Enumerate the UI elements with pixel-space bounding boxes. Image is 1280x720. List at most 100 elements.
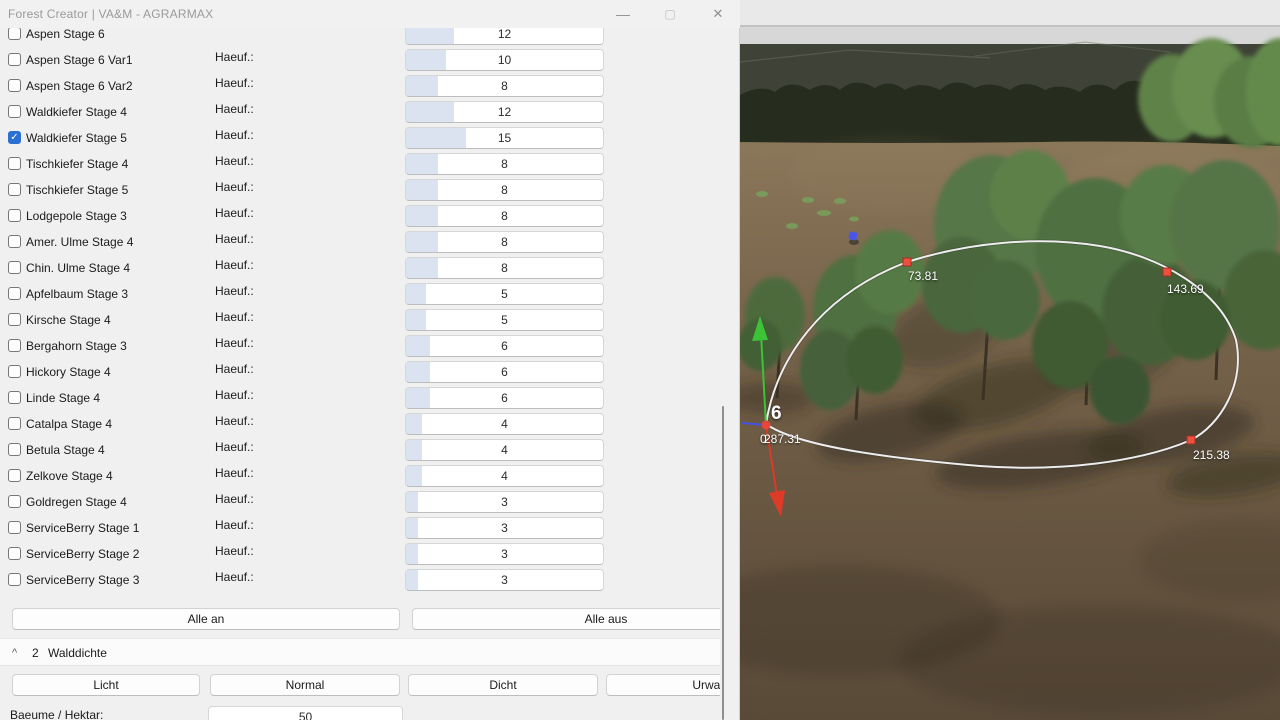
trees-per-hectare-value: 50 xyxy=(209,707,402,720)
control-point-1[interactable] xyxy=(903,258,911,266)
species-checkbox[interactable] xyxy=(8,547,21,560)
density-button-urwald[interactable]: Urwald xyxy=(606,674,720,696)
species-label: Kirsche Stage 4 xyxy=(26,307,111,333)
haeuf-field[interactable]: 3 xyxy=(405,491,604,513)
species-checkbox[interactable] xyxy=(8,365,21,378)
haeuf-field[interactable]: 4 xyxy=(405,413,604,435)
game-scene[interactable]: 73.81 143.69 215.38 6 0 287.31 xyxy=(740,0,1280,720)
species-checkbox[interactable] xyxy=(8,79,21,92)
haeuf-field[interactable]: 10 xyxy=(405,49,604,71)
species-label: Amer. Ulme Stage 4 xyxy=(26,229,133,255)
haeuf-field[interactable]: 4 xyxy=(405,465,604,487)
maximize-button[interactable]: ▢ xyxy=(653,0,687,28)
haeuf-field[interactable]: 3 xyxy=(405,517,604,539)
distance-label-2: 143.69 xyxy=(1167,282,1204,296)
all-off-button[interactable]: Alle aus xyxy=(412,608,720,630)
haeuf-label: Haeuf.: xyxy=(215,232,254,246)
species-checkbox[interactable] xyxy=(8,183,21,196)
haeuf-field[interactable]: 8 xyxy=(405,179,604,201)
haeuf-field[interactable]: 6 xyxy=(405,361,604,383)
forest-creator-window: Aspen Stage 612Aspen Stage 6 Var1Haeuf.:… xyxy=(0,0,740,720)
collapse-caret-icon[interactable]: ^ xyxy=(12,639,17,667)
species-checkbox[interactable] xyxy=(8,27,21,40)
species-label: Chin. Ulme Stage 4 xyxy=(26,255,130,281)
haeuf-value: 6 xyxy=(406,388,603,408)
haeuf-field[interactable]: 8 xyxy=(405,257,604,279)
haeuf-value: 8 xyxy=(406,76,603,96)
species-label: ServiceBerry Stage 3 xyxy=(26,567,139,593)
species-label: Lodgepole Stage 3 xyxy=(26,203,127,229)
spline-start-point[interactable] xyxy=(762,421,771,430)
haeuf-field[interactable]: 8 xyxy=(405,153,604,175)
walddichte-section-header[interactable]: ^ 2 Walddichte xyxy=(0,638,720,666)
density-button-licht[interactable]: Licht xyxy=(12,674,200,696)
species-row: ServiceBerry Stage 2Haeuf.:3 xyxy=(0,541,720,567)
species-checkbox[interactable] xyxy=(8,235,21,248)
close-button[interactable]: ✕ xyxy=(701,0,735,28)
control-point-2[interactable] xyxy=(1163,268,1171,276)
control-point-3[interactable] xyxy=(1187,436,1195,444)
species-row: Zelkove Stage 4Haeuf.:4 xyxy=(0,463,720,489)
haeuf-field[interactable]: 8 xyxy=(405,231,604,253)
haeuf-field[interactable]: 12 xyxy=(405,101,604,123)
haeuf-field[interactable]: 6 xyxy=(405,335,604,357)
haeuf-field[interactable]: 4 xyxy=(405,439,604,461)
species-row: ServiceBerry Stage 3Haeuf.:3 xyxy=(0,567,720,593)
section-title: Walddichte xyxy=(48,639,107,667)
title-bar[interactable]: Forest Creator | VA&M - AGRARMAX — ▢ ✕ xyxy=(0,0,740,28)
haeuf-value: 5 xyxy=(406,284,603,304)
species-checkbox[interactable] xyxy=(8,105,21,118)
species-checkbox[interactable] xyxy=(8,391,21,404)
species-checkbox[interactable] xyxy=(8,53,21,66)
haeuf-value: 8 xyxy=(406,232,603,252)
density-button-dicht[interactable]: Dicht xyxy=(408,674,598,696)
species-checkbox[interactable] xyxy=(8,443,21,456)
all-on-button[interactable]: Alle an xyxy=(12,608,400,630)
haeuf-field[interactable]: 5 xyxy=(405,283,604,305)
haeuf-label: Haeuf.: xyxy=(215,258,254,272)
trees-per-hectare-label: Baeume / Hektar: xyxy=(10,704,103,720)
haeuf-value: 10 xyxy=(406,50,603,70)
haeuf-value: 8 xyxy=(406,154,603,174)
trees-per-hectare-field[interactable]: 50 xyxy=(208,706,403,720)
species-checkbox[interactable] xyxy=(8,573,21,586)
species-checkbox[interactable] xyxy=(8,287,21,300)
species-label: ServiceBerry Stage 1 xyxy=(26,515,139,541)
haeuf-label: Haeuf.: xyxy=(215,544,254,558)
species-checkbox[interactable] xyxy=(8,209,21,222)
species-checkbox[interactable] xyxy=(8,157,21,170)
haeuf-field[interactable]: 6 xyxy=(405,387,604,409)
distance-label-1: 73.81 xyxy=(908,269,938,283)
haeuf-label: Haeuf.: xyxy=(215,518,254,532)
species-label: Catalpa Stage 4 xyxy=(26,411,112,437)
haeuf-value: 8 xyxy=(406,180,603,200)
species-row: Apfelbaum Stage 3Haeuf.:5 xyxy=(0,281,720,307)
density-button-normal[interactable]: Normal xyxy=(210,674,400,696)
panel-content: Aspen Stage 612Aspen Stage 6 Var1Haeuf.:… xyxy=(0,0,720,720)
species-checkbox[interactable] xyxy=(8,339,21,352)
haeuf-field[interactable]: 5 xyxy=(405,309,604,331)
species-checkbox[interactable] xyxy=(8,469,21,482)
species-checkbox[interactable] xyxy=(8,521,21,534)
haeuf-field[interactable]: 3 xyxy=(405,543,604,565)
species-checkbox[interactable] xyxy=(8,417,21,430)
haeuf-field[interactable]: 15 xyxy=(405,127,604,149)
scrollbar-thumb[interactable] xyxy=(722,406,724,720)
species-label: Waldkiefer Stage 5 xyxy=(26,125,127,151)
species-row: Aspen Stage 6 Var1Haeuf.:10 xyxy=(0,47,720,73)
haeuf-label: Haeuf.: xyxy=(215,440,254,454)
viewport-3d[interactable]: 73.81 143.69 215.38 6 0 287.31 xyxy=(740,0,1280,720)
haeuf-field[interactable]: 3 xyxy=(405,569,604,591)
species-label: Bergahorn Stage 3 xyxy=(26,333,127,359)
minimize-button[interactable]: — xyxy=(606,0,640,28)
haeuf-label: Haeuf.: xyxy=(215,76,254,90)
total-distance-label: 287.31 xyxy=(764,432,801,446)
species-checkbox[interactable] xyxy=(8,313,21,326)
species-checkbox[interactable] xyxy=(8,261,21,274)
species-row: Linde Stage 4Haeuf.:6 xyxy=(0,385,720,411)
haeuf-field[interactable]: 8 xyxy=(405,205,604,227)
species-checkbox[interactable] xyxy=(8,495,21,508)
species-checkbox[interactable]: ✓ xyxy=(8,131,21,144)
haeuf-field[interactable]: 8 xyxy=(405,75,604,97)
haeuf-value: 8 xyxy=(406,258,603,278)
